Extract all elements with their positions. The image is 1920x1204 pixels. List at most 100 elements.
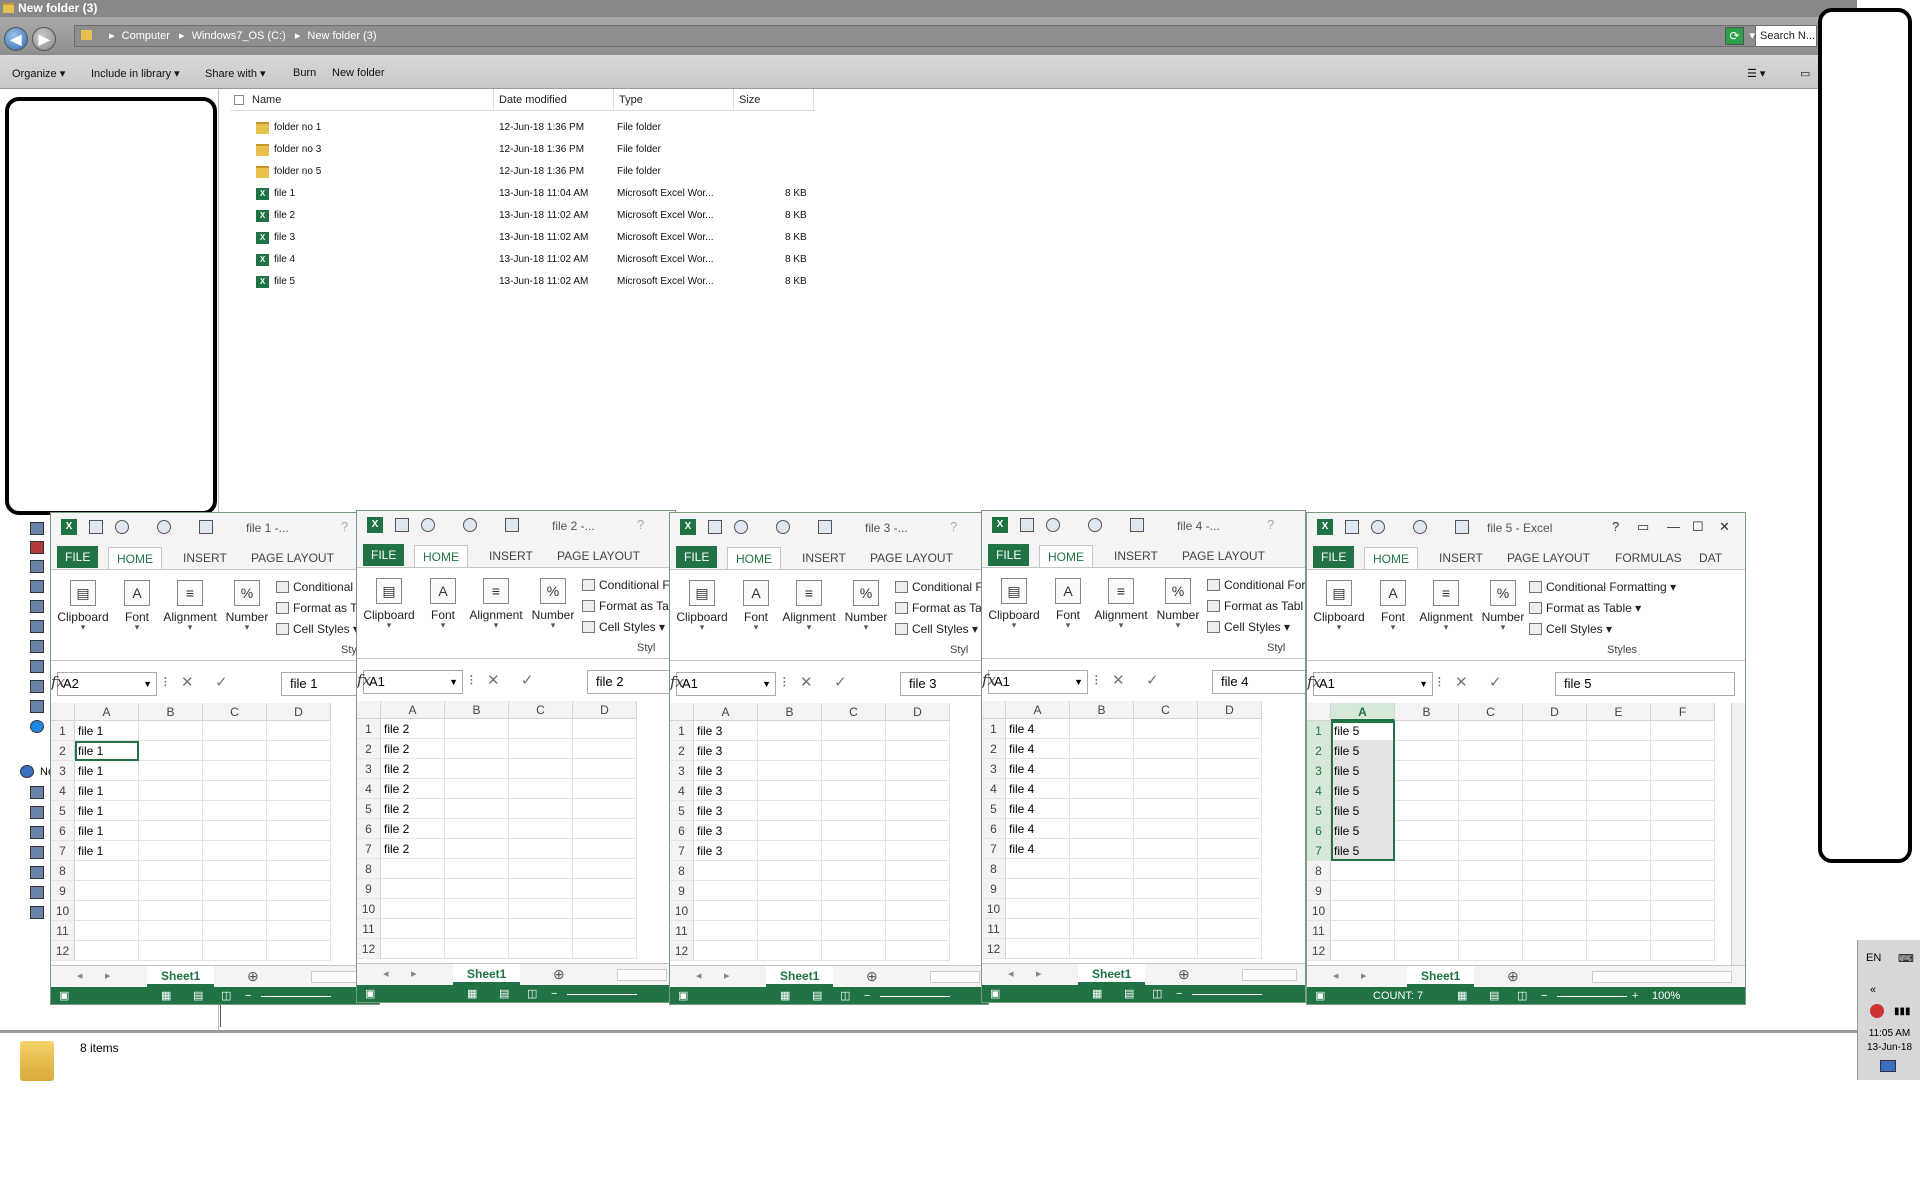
tab-file[interactable]: FILE [57, 546, 99, 568]
cell[interactable] [381, 939, 445, 959]
cell[interactable] [1070, 719, 1134, 739]
row-header[interactable]: 4 [1307, 781, 1331, 801]
cell[interactable]: file 2 [381, 819, 445, 839]
sheet-tab[interactable]: Sheet1 [766, 966, 834, 987]
cell[interactable] [1198, 759, 1262, 779]
cell[interactable] [694, 901, 758, 921]
redo-icon[interactable] [1413, 520, 1427, 534]
cell[interactable] [139, 901, 203, 921]
page-layout-view-icon[interactable]: ▤ [1489, 987, 1499, 1004]
cell[interactable] [1331, 861, 1395, 881]
cell[interactable] [573, 739, 637, 759]
cell[interactable] [1134, 759, 1198, 779]
cell[interactable] [1523, 901, 1587, 921]
row-header[interactable]: 9 [670, 881, 694, 901]
cell[interactable] [445, 859, 509, 879]
insert-function-icon[interactable]: fx [670, 673, 684, 691]
network-icon[interactable] [20, 765, 34, 778]
cell[interactable] [1651, 761, 1715, 781]
cell[interactable] [886, 741, 950, 761]
insert-function-icon[interactable]: fx [357, 671, 371, 689]
list-item[interactable]: folder no 1 12-Jun-18 1:36 PM File folder [250, 119, 850, 137]
redo-icon[interactable] [776, 520, 790, 534]
customize-qat-icon[interactable] [199, 520, 213, 534]
row-header[interactable]: 8 [1307, 861, 1331, 881]
cell[interactable] [1651, 921, 1715, 941]
cell[interactable] [1331, 921, 1395, 941]
cell[interactable] [1523, 761, 1587, 781]
worksheet-grid[interactable]: A B C D E F 1 file 5 2 file 5 3 file 5 4 file 5 5 file … [1307, 703, 1745, 965]
normal-view-icon[interactable]: ▦ [1457, 987, 1467, 1004]
cell[interactable] [267, 861, 331, 881]
row-header[interactable]: 10 [51, 901, 75, 921]
cell[interactable] [267, 781, 331, 801]
name-column-header[interactable]: Name [230, 89, 494, 111]
cell[interactable] [886, 861, 950, 881]
zoom-in-icon[interactable]: + [1632, 987, 1638, 1004]
normal-view-icon[interactable]: ▦ [780, 987, 790, 1004]
cell[interactable] [573, 939, 637, 959]
clipboard-group[interactable]: ▤ Clipboard ▾ [361, 578, 417, 631]
column-header[interactable]: B [1395, 703, 1459, 721]
cell[interactable] [445, 879, 509, 899]
tab-home[interactable]: HOME [1364, 547, 1418, 569]
row-header[interactable]: 5 [670, 801, 694, 821]
row-header[interactable]: 1 [982, 719, 1006, 739]
font-group[interactable]: A Font ▾ [423, 578, 463, 631]
save-icon[interactable] [1020, 518, 1034, 532]
column-header[interactable]: A [381, 701, 445, 719]
add-sheet-icon[interactable]: ⊕ [1178, 966, 1190, 983]
format-as-table-button[interactable]: Format as T [276, 601, 357, 615]
page-break-view-icon[interactable]: ◫ [1152, 985, 1162, 1002]
cell[interactable] [1459, 801, 1523, 821]
column-header[interactable]: A [1006, 701, 1070, 719]
tab-page-layout[interactable]: PAGE LAYOUT [862, 547, 961, 569]
computer-icon[interactable] [30, 522, 44, 535]
cell[interactable] [1459, 841, 1523, 861]
help-icon[interactable]: ? [950, 519, 957, 534]
cell[interactable]: file 4 [1006, 739, 1070, 759]
zoom-out-icon[interactable]: − [245, 987, 251, 1004]
cell[interactable] [694, 921, 758, 941]
cell[interactable] [1006, 879, 1070, 899]
cell[interactable] [1651, 821, 1715, 841]
cell[interactable] [1587, 841, 1651, 861]
cell[interactable] [1395, 941, 1459, 961]
cell[interactable] [1651, 801, 1715, 821]
cell[interactable] [822, 721, 886, 741]
cell[interactable]: file 4 [1006, 819, 1070, 839]
scroll-right-icon[interactable]: ▸ [724, 969, 730, 982]
cell[interactable] [573, 719, 637, 739]
normal-view-icon[interactable]: ▦ [467, 985, 477, 1002]
cell[interactable] [573, 859, 637, 879]
forward-button[interactable]: ▶ [32, 27, 56, 51]
tab-insert[interactable]: INSERT [1106, 545, 1166, 567]
conditional-formatting-button[interactable]: Conditional Formatting ▾ [1529, 580, 1676, 594]
cell[interactable]: file 4 [1006, 759, 1070, 779]
zoom-slider[interactable] [1557, 996, 1627, 997]
computer-icon[interactable] [30, 906, 44, 919]
burn-button[interactable]: Burn [293, 67, 316, 79]
name-box[interactable]: A1 ▼ [988, 670, 1088, 694]
drive-icon[interactable] [30, 680, 44, 693]
alignment-group[interactable]: ≡ Alignment ▾ [1415, 580, 1477, 633]
row-header[interactable]: 1 [670, 721, 694, 741]
drive-icon[interactable] [30, 580, 44, 593]
cell[interactable] [822, 761, 886, 781]
alignment-group[interactable]: ≡ Alignment ▾ [159, 580, 221, 633]
cell[interactable] [1198, 719, 1262, 739]
cell[interactable] [1395, 901, 1459, 921]
cell[interactable] [203, 741, 267, 761]
column-header[interactable]: D [1198, 701, 1262, 719]
select-all-corner[interactable] [51, 703, 75, 721]
row-header[interactable]: 12 [1307, 941, 1331, 961]
clipboard-group[interactable]: ▤ Clipboard ▾ [674, 580, 730, 633]
breadcrumb-drive[interactable]: Windows7_OS (C:) [192, 26, 286, 46]
save-icon[interactable] [395, 518, 409, 532]
tab-file[interactable]: FILE [676, 546, 718, 568]
undo-icon[interactable] [1371, 520, 1385, 534]
computer-icon[interactable] [30, 886, 44, 899]
cell[interactable]: file 3 [694, 821, 758, 841]
cell[interactable] [1070, 739, 1134, 759]
cell[interactable]: file 5 [1331, 741, 1395, 761]
